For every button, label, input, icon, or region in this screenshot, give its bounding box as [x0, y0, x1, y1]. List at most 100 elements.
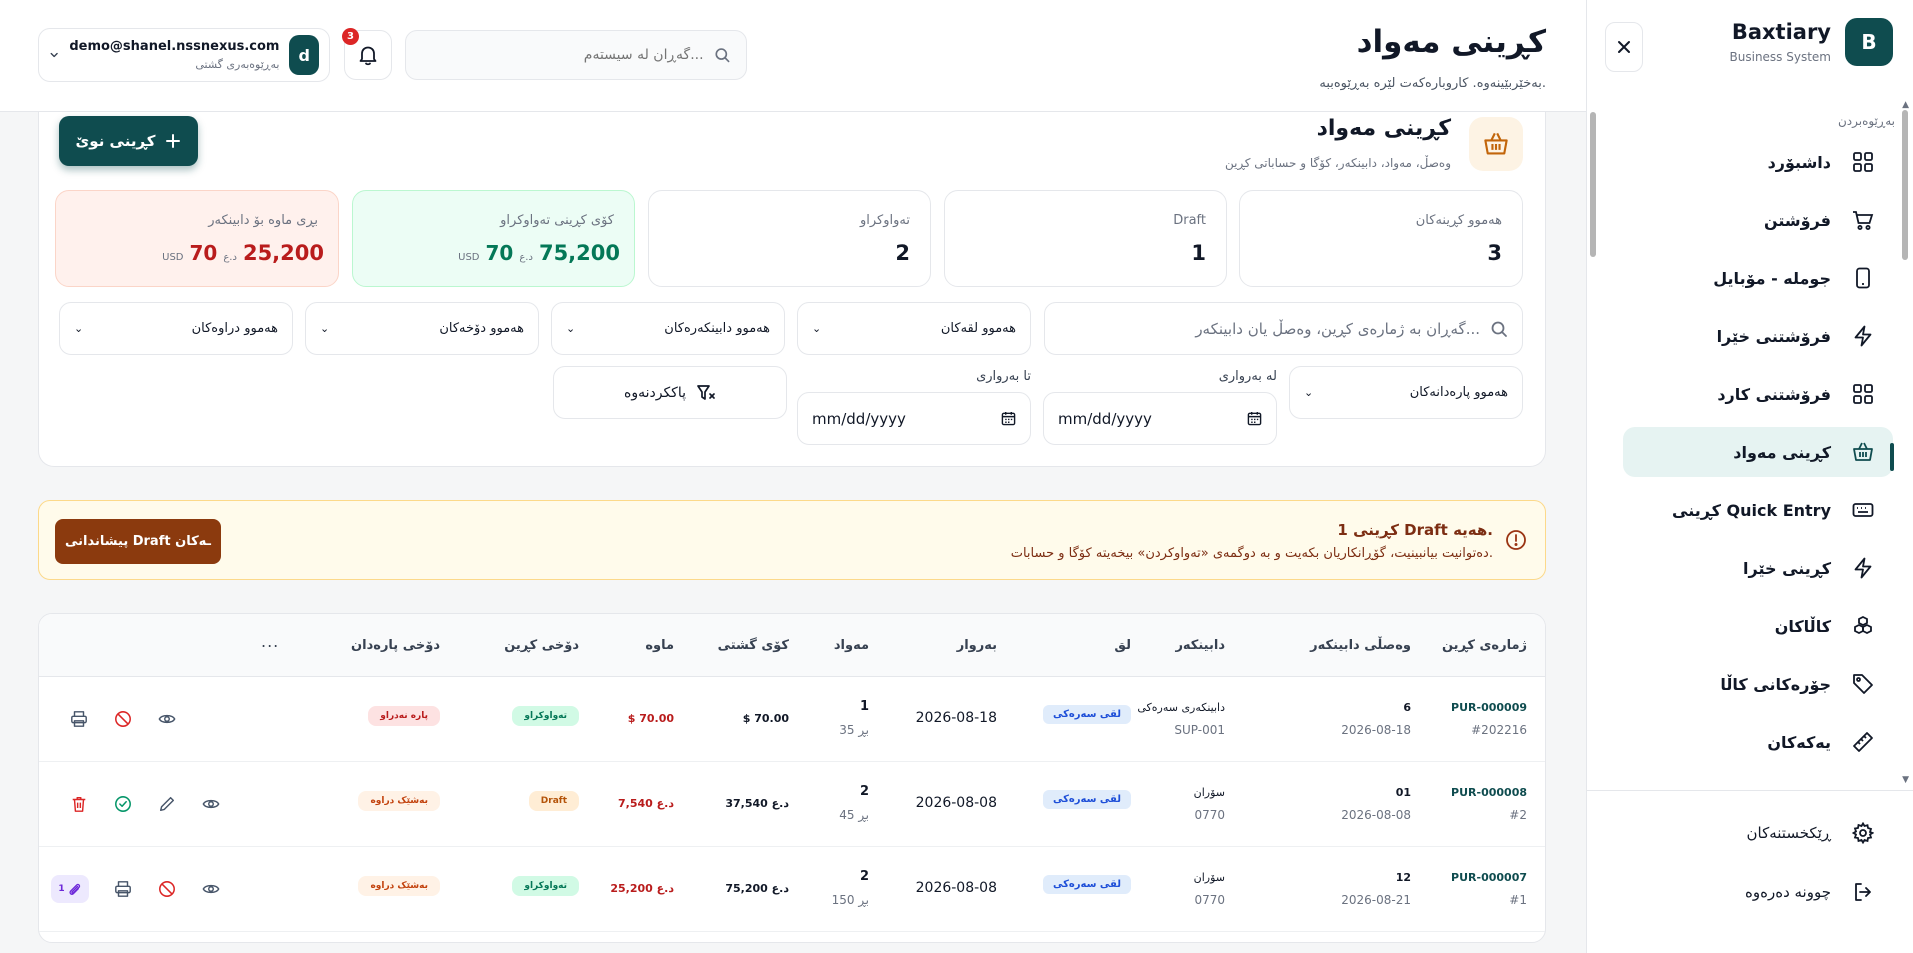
eye-icon — [158, 714, 176, 724]
basket-icon — [1851, 440, 1875, 464]
status-select[interactable]: هەموو دۆخەکان ⌄ — [305, 302, 539, 355]
iqd-symbol: د.ع — [519, 252, 533, 263]
more-columns-icon[interactable]: ... — [261, 632, 279, 651]
check-circle-icon — [115, 796, 131, 812]
from-date-input[interactable]: mm/dd/yyyy — [1043, 392, 1277, 445]
payment-select[interactable]: هەموو پارەدانەکان ⌄ — [1289, 366, 1523, 419]
table-row[interactable]: PUR-000008 #2 01 2026-08-08 سۆران 0770 ل… — [39, 762, 1545, 847]
items-qty: 35 بڕ — [839, 723, 869, 737]
notifications-button[interactable]: 3 — [342, 28, 392, 80]
purchase-ref: #202216 — [1471, 723, 1527, 737]
notifications-badge: 3 — [342, 28, 359, 45]
view-button[interactable] — [157, 709, 177, 729]
stat-label: Draft — [1173, 213, 1206, 228]
view-button[interactable] — [201, 879, 221, 899]
stat-value: 3 — [1487, 241, 1502, 265]
vendor-select[interactable]: هەموو دابینکەرەکان ⌄ — [551, 302, 785, 355]
ban-icon — [115, 711, 131, 727]
cancel-button[interactable] — [113, 709, 133, 729]
user-menu[interactable]: d demo@shanel.nssnexus.com بەڕێوەبەری گش… — [38, 28, 330, 82]
sidebar-item-units[interactable]: یەکەکان — [1623, 717, 1893, 767]
sidebar-item-label: کڕینی خێرا — [1743, 558, 1831, 578]
section-title: کڕینی مەواد — [1316, 116, 1451, 141]
mobile-icon — [1851, 266, 1875, 290]
attachments-button[interactable]: 1 — [51, 875, 89, 903]
to-date-input[interactable]: mm/dd/yyyy — [797, 392, 1031, 445]
total-value: 70.00 — [754, 712, 789, 725]
calendar-icon — [1247, 411, 1262, 426]
purchase-search-field[interactable]: گەڕان بە ژمارەی کڕین، وەصڵ یان دابینکەر.… — [1044, 302, 1523, 355]
table-row[interactable]: PUR-000007 #1 12 2026-08-21 سۆران 0770 ل… — [39, 847, 1545, 932]
sidebar-scrollbar[interactable] — [1900, 100, 1910, 785]
logout-icon — [1851, 880, 1875, 904]
purchase-date: 2026-08-18 — [915, 710, 997, 726]
currency-select[interactable]: هەموو دراوەکان ⌄ — [59, 302, 293, 355]
sidebar-item-card-sale[interactable]: فرۆشتنی کارد — [1623, 369, 1893, 419]
delete-button[interactable] — [69, 794, 89, 814]
purchase-number[interactable]: PUR-000009 — [1451, 701, 1527, 714]
table-row[interactable]: PUR-000009 #202216 6 2026-08-18 دابینکەر… — [39, 677, 1545, 762]
eye-icon — [202, 799, 220, 809]
global-search-input[interactable] — [422, 47, 704, 63]
sidebar-item-categories[interactable]: جۆرەکانی کاڵا — [1623, 659, 1893, 709]
show-drafts-button[interactable]: پیشاندانی Draft ـەکان — [55, 519, 221, 564]
printer-icon — [71, 711, 87, 727]
sidebar-item-quick-sale[interactable]: فرۆشتنی خێرا — [1623, 311, 1893, 361]
logout-link[interactable]: چوونە دەرەوە — [1623, 872, 1893, 912]
scroll-down-arrow[interactable]: ▼ — [1902, 775, 1909, 785]
sidebar-item-label: جوملە - مۆبایل — [1713, 268, 1831, 288]
sidebar-item-label: فرۆشتن — [1763, 210, 1831, 230]
vendor-name: دابینکەری سەرەکی — [1137, 701, 1225, 714]
select-value: هەموو دابینکەرەکان — [664, 321, 770, 336]
edit-button[interactable] — [157, 794, 177, 814]
select-value: هەموو پارەدانەکان — [1409, 385, 1508, 400]
scroll-up-arrow[interactable]: ▲ — [1902, 100, 1909, 110]
cancel-button[interactable] — [157, 879, 177, 899]
ban-icon — [159, 881, 175, 897]
remaining-value: 7,540 — [618, 797, 653, 810]
sidebar-item-products[interactable]: کاڵاکان — [1623, 601, 1893, 651]
main-scrollbar[interactable] — [1588, 100, 1598, 780]
sidebar-item-wholesale-mobile[interactable]: جوملە - مۆبایل — [1623, 253, 1893, 303]
vendor-ref: 01 — [1395, 786, 1411, 799]
column-header: ماوە — [645, 638, 674, 653]
new-purchase-button[interactable]: کڕینی نوێ — [59, 116, 198, 166]
column-header: وەصڵی دابینکەر — [1310, 638, 1411, 653]
select-value: هەموو دۆخەکان — [439, 321, 524, 336]
status-badge: تەواوکراو — [512, 876, 579, 896]
settings-link[interactable]: ڕێکخستنەکان — [1623, 813, 1893, 853]
currency-symbol: $ — [742, 712, 751, 725]
currency-symbol: $ — [627, 712, 636, 725]
sidebar-item-quick-purchase[interactable]: کڕینی خێرا — [1623, 543, 1893, 593]
global-search[interactable] — [405, 30, 747, 80]
purchase-number[interactable]: PUR-000007 — [1451, 871, 1527, 884]
sidebar-item-quick-entry[interactable]: کڕینی Quick Entry — [1623, 485, 1893, 535]
chevron-down-icon — [50, 52, 58, 58]
chevron-down-icon: ⌄ — [74, 322, 84, 335]
complete-button[interactable] — [113, 794, 133, 814]
brand-subtitle: Business System — [1729, 50, 1831, 64]
view-button[interactable] — [201, 794, 221, 814]
currency-symbol: د.ع — [656, 797, 674, 810]
vendor-code: 0770 — [1194, 893, 1225, 907]
close-sidebar-button[interactable] — [1605, 22, 1643, 72]
column-header: ژمارەی کڕین — [1441, 638, 1527, 653]
stat-value: 1 — [1191, 241, 1206, 265]
purchase-number[interactable]: PUR-000008 — [1451, 786, 1527, 799]
items-qty: 150 بڕ — [831, 893, 869, 907]
sidebar-item-sales[interactable]: فرۆشتن — [1623, 195, 1893, 245]
total-value: 75,200 — [725, 882, 768, 895]
print-button[interactable] — [113, 879, 133, 899]
sidebar-item-purchases[interactable]: کڕینی مەواد — [1623, 427, 1893, 477]
pencil-icon — [159, 796, 175, 812]
date-placeholder: mm/dd/yyyy — [1058, 409, 1152, 428]
total-amount: د.ع 37,540 — [725, 797, 789, 810]
print-button[interactable] — [69, 709, 89, 729]
clear-filters-button[interactable]: پاککردنەوە — [553, 366, 787, 419]
table-header: ژمارەی کڕین وەصڵی دابینکەر دابینکەر لق ب… — [39, 614, 1545, 677]
stat-completed: تەواوکراو 2 — [648, 190, 931, 287]
branch-select[interactable]: هەموو لقەکان ⌄ — [797, 302, 1031, 355]
ruler-icon — [1851, 730, 1875, 754]
sidebar-item-dashboard[interactable]: داشبۆرد — [1623, 137, 1893, 187]
purchase-ref: #1 — [1509, 893, 1527, 907]
